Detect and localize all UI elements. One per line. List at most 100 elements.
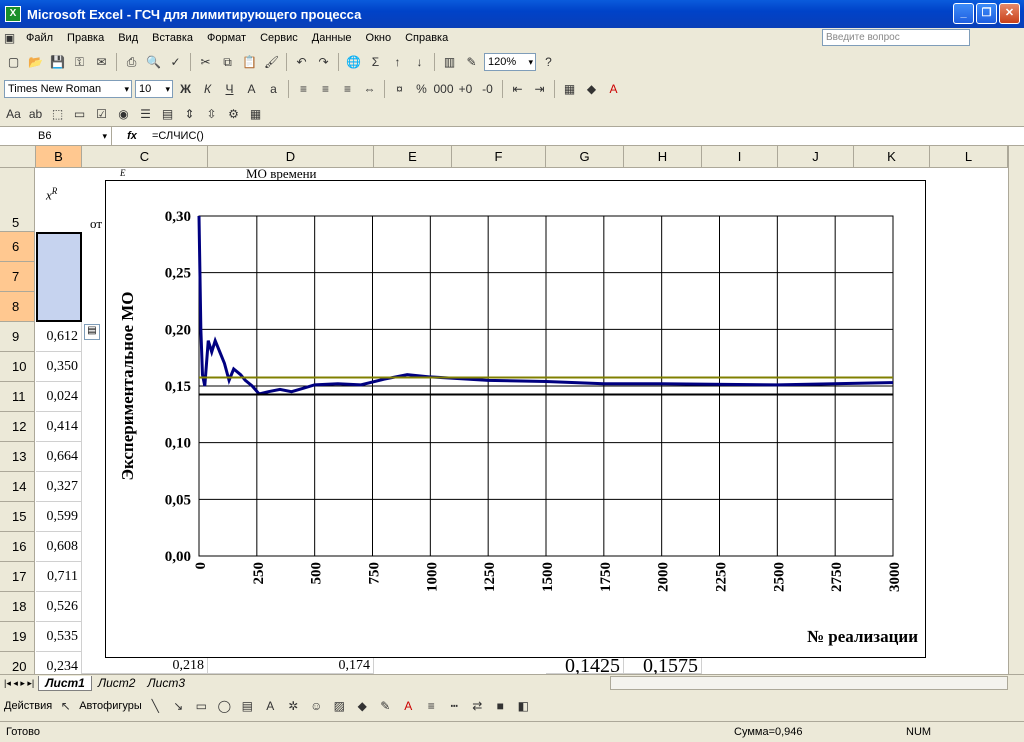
col-header-h[interactable]: H xyxy=(624,146,702,168)
menu-data[interactable]: Данные xyxy=(305,32,359,44)
percent-icon[interactable]: % xyxy=(412,80,431,99)
scrollbar-icon[interactable]: ⇕ xyxy=(180,105,199,124)
editbox-icon[interactable]: ab xyxy=(26,105,45,124)
font-size-select[interactable]: 10 xyxy=(135,80,173,98)
cell-b19[interactable]: 0,535 xyxy=(36,622,82,652)
increase-indent-icon[interactable]: ⇥ xyxy=(530,80,549,99)
row-header-15[interactable]: 15 xyxy=(0,502,35,532)
button-icon[interactable]: ▭ xyxy=(70,105,89,124)
ask-question-input[interactable]: Введите вопрос xyxy=(822,29,970,46)
col-header-d[interactable]: D xyxy=(208,146,374,168)
wordart-icon[interactable]: A xyxy=(261,697,280,716)
oval-icon[interactable]: ◯ xyxy=(215,697,234,716)
fill-color-icon[interactable]: ◆ xyxy=(582,80,601,99)
row-header-17[interactable]: 17 xyxy=(0,562,35,592)
font-color-icon[interactable]: A xyxy=(604,80,623,99)
format-painter-icon[interactable]: 🖌 xyxy=(262,53,281,72)
select-objects-icon[interactable]: ↖ xyxy=(56,697,75,716)
col-header-f[interactable]: F xyxy=(452,146,546,168)
tab-nav-icon[interactable]: |◂ ◂ ▸ ▸| xyxy=(0,678,38,689)
sort-asc-icon[interactable]: ↑ xyxy=(388,53,407,72)
name-box[interactable]: B6 xyxy=(0,127,112,145)
label-icon[interactable]: Aa xyxy=(4,105,23,124)
merge-center-icon[interactable]: ⇔ xyxy=(360,80,379,99)
grow-font-icon[interactable]: A xyxy=(242,80,261,99)
col-header-j[interactable]: J xyxy=(778,146,854,168)
horizontal-scrollbar[interactable] xyxy=(610,676,1008,690)
row-header-18[interactable]: 18 xyxy=(0,592,35,622)
help-icon[interactable]: ? xyxy=(539,53,558,72)
line-style-icon[interactable]: ≡ xyxy=(422,697,441,716)
col-header-l[interactable]: L xyxy=(930,146,1008,168)
row-header-14[interactable]: 14 xyxy=(0,472,35,502)
autoshapes-menu[interactable]: Автофигуры xyxy=(79,700,142,712)
row-header-13[interactable]: 13 xyxy=(0,442,35,472)
cell-b9[interactable]: 0,612 xyxy=(36,322,82,352)
borders-icon[interactable]: ▦ xyxy=(560,80,579,99)
menu-tools[interactable]: Сервис xyxy=(253,32,305,44)
font-select[interactable]: Times New Roman xyxy=(4,80,132,98)
cell-b13[interactable]: 0,664 xyxy=(36,442,82,472)
grid-toggle-icon[interactable]: ▦ xyxy=(246,105,265,124)
thousands-icon[interactable]: 000 xyxy=(433,80,453,99)
cell-b11[interactable]: 0,024 xyxy=(36,382,82,412)
spinner-icon[interactable]: ⇳ xyxy=(202,105,221,124)
rectangle-icon[interactable]: ▭ xyxy=(192,697,211,716)
tab-sheet2[interactable]: Лист2 xyxy=(92,676,142,690)
chart-area[interactable]: 0 250 500 750 1000 1250 1500 1750 2000 2250 2500 27… xyxy=(105,180,926,658)
option-icon[interactable]: ◉ xyxy=(114,105,133,124)
row-header-11[interactable]: 11 xyxy=(0,382,35,412)
spelling-icon[interactable]: ✓ xyxy=(166,53,185,72)
cell-b10[interactable]: 0,350 xyxy=(36,352,82,382)
doc-icon[interactable]: ▣ xyxy=(0,29,19,48)
cut-icon[interactable]: ✂ xyxy=(196,53,215,72)
properties-icon[interactable]: ⚙ xyxy=(224,105,243,124)
tab-sheet3[interactable]: Лист3 xyxy=(141,676,191,690)
col-header-i[interactable]: I xyxy=(702,146,778,168)
col-header-k[interactable]: K xyxy=(854,146,930,168)
cell-b14[interactable]: 0,327 xyxy=(36,472,82,502)
currency-icon[interactable]: ¤ xyxy=(390,80,409,99)
menu-window[interactable]: Окно xyxy=(359,32,399,44)
paste-icon[interactable]: 📋 xyxy=(240,53,259,72)
row-header-12[interactable]: 12 xyxy=(0,412,35,442)
menu-insert[interactable]: Вставка xyxy=(145,32,200,44)
underline-icon[interactable]: Ч xyxy=(220,80,239,99)
restore-button[interactable]: ❐ xyxy=(976,3,997,24)
cell-b17[interactable]: 0,711 xyxy=(36,562,82,592)
menu-help[interactable]: Справка xyxy=(398,32,455,44)
3d-icon[interactable]: ◧ xyxy=(514,697,533,716)
dash-style-icon[interactable]: ┅ xyxy=(445,697,464,716)
paste-options-icon[interactable]: ▤ xyxy=(84,324,100,340)
minimize-button[interactable]: _ xyxy=(953,3,974,24)
col-header-b[interactable]: B xyxy=(36,146,82,168)
shrink-font-icon[interactable]: a xyxy=(264,80,283,99)
checkbox-icon[interactable]: ☑ xyxy=(92,105,111,124)
line-icon[interactable]: ╲ xyxy=(146,697,165,716)
cell-b20[interactable]: 0,234 xyxy=(36,652,82,674)
fx-icon[interactable]: fx xyxy=(112,130,152,142)
menu-file[interactable]: Файл xyxy=(19,32,60,44)
close-button[interactable]: ✕ xyxy=(999,3,1020,24)
italic-icon[interactable]: К xyxy=(198,80,217,99)
mail-icon[interactable]: ✉ xyxy=(92,53,111,72)
col-header-c[interactable]: C xyxy=(82,146,208,168)
actions-menu[interactable]: Действия xyxy=(4,700,52,712)
cell-b16[interactable]: 0,608 xyxy=(36,532,82,562)
groupbox-icon[interactable]: ⬚ xyxy=(48,105,67,124)
vertical-scrollbar[interactable] xyxy=(1008,146,1024,674)
hyperlink-icon[interactable]: 🌐 xyxy=(344,53,363,72)
row-header-20[interactable]: 20 xyxy=(0,652,35,674)
row-header-8[interactable]: 8 xyxy=(0,292,35,322)
shadow-icon[interactable]: ■ xyxy=(491,697,510,716)
redo-icon[interactable]: ↷ xyxy=(314,53,333,72)
col-header-e[interactable]: E xyxy=(374,146,452,168)
cell-b12[interactable]: 0,414 xyxy=(36,412,82,442)
align-left-icon[interactable]: ≡ xyxy=(294,80,313,99)
menu-edit[interactable]: Правка xyxy=(60,32,111,44)
arrow-style-icon[interactable]: ⇄ xyxy=(468,697,487,716)
diagram-icon[interactable]: ✲ xyxy=(284,697,303,716)
listbox-icon[interactable]: ☰ xyxy=(136,105,155,124)
undo-icon[interactable]: ↶ xyxy=(292,53,311,72)
cell-b18[interactable]: 0,526 xyxy=(36,592,82,622)
